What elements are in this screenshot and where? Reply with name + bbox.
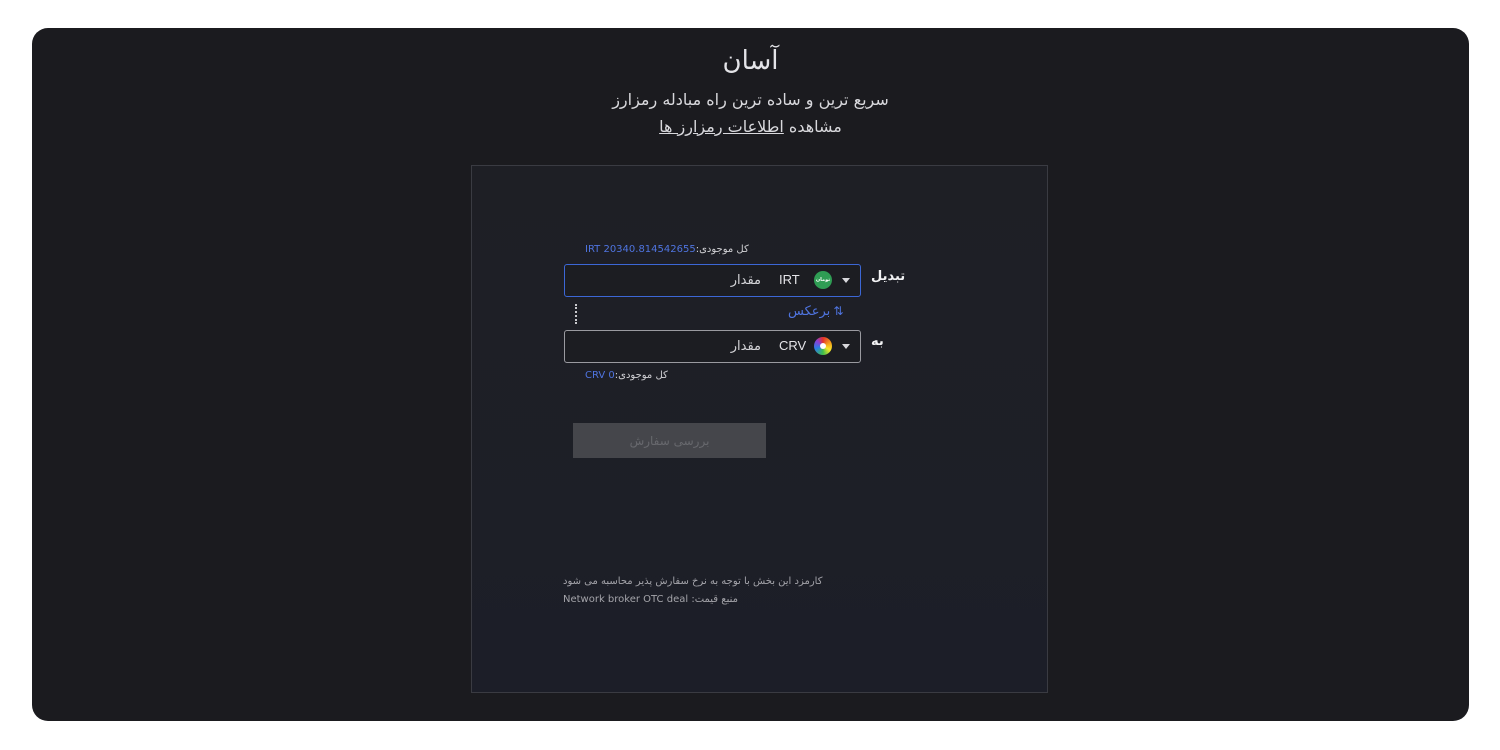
- from-currency-code: IRT: [779, 272, 800, 287]
- crv-icon: [814, 337, 832, 355]
- toman-icon: تومان: [814, 271, 832, 289]
- to-field: CRV: [564, 330, 861, 363]
- from-balance: کل موجودی:IRT 20340.814542655: [585, 244, 749, 255]
- crypto-info-link[interactable]: اطلاعات رمزارز ها: [659, 117, 784, 136]
- to-currency-code: CRV: [779, 338, 807, 353]
- to-amount-input[interactable]: [571, 335, 761, 358]
- to-balance-value: CRV 0: [585, 370, 615, 381]
- chevron-down-icon: [842, 344, 850, 349]
- exchange-card: کل موجودی:IRT 20340.814542655 تبدیل IRT …: [471, 165, 1048, 693]
- page-subtitle: سریع ترین و ساده ترین راه مبادله رمزارز: [612, 90, 889, 109]
- to-balance: کل موجودی:CRV 0: [585, 370, 668, 381]
- to-currency-select[interactable]: CRV: [773, 331, 861, 362]
- reverse-label: برعکس: [788, 304, 831, 319]
- to-balance-label: کل موجودی:: [614, 370, 668, 381]
- from-label: تبدیل: [871, 269, 906, 284]
- price-source-label: منبع قیمت:: [688, 594, 738, 605]
- fee-note: کارمزد این بخش با توجه به نرخ سفارش پذیر…: [563, 576, 823, 587]
- price-source-value: Network broker OTC deal: [563, 594, 689, 605]
- from-balance-label: کل موجودی:: [695, 244, 749, 255]
- info-line: مشاهده اطلاعات رمزارز ها: [32, 117, 1469, 136]
- reverse-button[interactable]: ⇅برعکس: [788, 304, 843, 319]
- from-balance-value: IRT 20340.814542655: [585, 244, 696, 255]
- page-title: آسان: [722, 46, 779, 76]
- from-field: IRT تومان: [564, 264, 861, 297]
- review-order-button[interactable]: بررسی سفارش: [573, 423, 766, 458]
- to-label: به: [871, 334, 884, 349]
- from-currency-select[interactable]: IRT تومان: [773, 265, 861, 296]
- chevron-down-icon: [842, 278, 850, 283]
- swap-icon: ⇅: [833, 304, 844, 318]
- info-prefix: مشاهده: [783, 117, 842, 136]
- price-source-note: منبع قیمت: Network broker OTC deal: [563, 594, 738, 605]
- from-amount-input[interactable]: [571, 269, 761, 292]
- dotted-divider: [575, 304, 577, 324]
- app-screen: آسان سریع ترین و ساده ترین راه مبادله رم…: [32, 28, 1469, 721]
